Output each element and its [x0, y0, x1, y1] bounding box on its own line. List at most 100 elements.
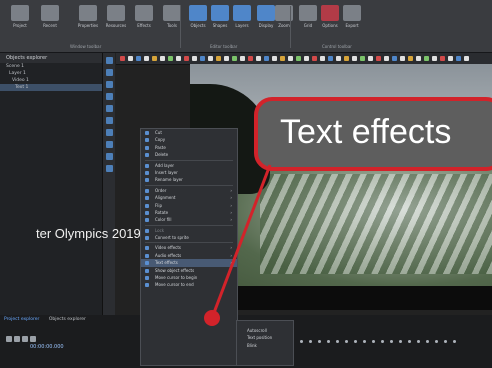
canvas-tool-icon[interactable] — [336, 56, 341, 61]
canvas-tool-icon[interactable] — [432, 56, 437, 61]
canvas-tool-icon[interactable] — [296, 56, 301, 61]
canvas-tool-icon[interactable] — [152, 56, 157, 61]
menu-item-move-cursor-to-end[interactable]: Move cursor to end — [141, 281, 237, 288]
canvas-tool-icon[interactable] — [272, 56, 277, 61]
canvas-tool-icon[interactable] — [208, 56, 213, 61]
canvas-tool-icon[interactable] — [352, 56, 357, 61]
menu-item-audio-effects[interactable]: Audio effects › — [141, 252, 237, 259]
ribbon-effects-button[interactable]: Effects — [132, 5, 156, 45]
canvas-tool-icon[interactable] — [128, 56, 133, 61]
menu-item-video-effects[interactable]: Video effects › — [141, 244, 237, 251]
canvas-tool-icon[interactable] — [312, 56, 317, 61]
rewind-icon[interactable] — [22, 336, 28, 342]
tree-item[interactable]: Video 1 — [0, 77, 102, 84]
canvas-tool-icon[interactable] — [368, 56, 373, 61]
canvas-tool-icon[interactable] — [264, 56, 269, 61]
canvas-tool-icon[interactable] — [384, 56, 389, 61]
submenu-item-autoscroll[interactable]: Autoscroll — [237, 327, 293, 334]
canvas-tool-icon[interactable] — [256, 56, 261, 61]
menu-item-cut[interactable]: Cut — [141, 129, 237, 136]
canvas-tool-icon[interactable] — [360, 56, 365, 61]
canvas-tool-icon[interactable] — [344, 56, 349, 61]
menu-item-color-fill[interactable]: Color fill › — [141, 216, 237, 223]
menu-item-lock[interactable]: Lock — [141, 227, 237, 234]
canvas-tool-icon[interactable] — [160, 56, 165, 61]
canvas-tool-icon[interactable] — [168, 56, 173, 61]
canvas-tool-icon[interactable] — [304, 56, 309, 61]
ribbon-shapes-button[interactable]: Shapes — [208, 5, 232, 45]
tree-item[interactable]: Layer 1 — [0, 70, 102, 77]
menu-item-alignment[interactable]: Alignment › — [141, 194, 237, 201]
canvas-tool-icon[interactable] — [400, 56, 405, 61]
canvas-tool-icon[interactable] — [232, 56, 237, 61]
canvas-tool-icon[interactable] — [376, 56, 381, 61]
ribbon-resources-button[interactable]: Resources — [104, 5, 128, 45]
video-tool-icon[interactable] — [105, 105, 113, 112]
canvas-tool-icon[interactable] — [248, 56, 253, 61]
ribbon-zoom-button[interactable]: Zoom — [272, 5, 296, 45]
ribbon-objects-button[interactable]: Objects — [186, 5, 210, 45]
menu-item-order[interactable]: Order › — [141, 187, 237, 194]
ribbon-grid-button[interactable]: Grid — [296, 5, 320, 45]
tree-item[interactable]: Text 1 — [0, 84, 102, 91]
menu-item-paste[interactable]: Paste — [141, 144, 237, 151]
timeline-track[interactable] — [300, 328, 488, 343]
menu-item-rotate[interactable]: Rotate › — [141, 209, 237, 216]
ribbon-export-button[interactable]: Export — [340, 5, 364, 45]
canvas-tool-icon[interactable] — [328, 56, 333, 61]
canvas-tool-icon[interactable] — [280, 56, 285, 61]
tab-objects-explorer[interactable]: Objects explorer — [49, 317, 86, 322]
canvas-tool-icon[interactable] — [224, 56, 229, 61]
canvas-tool-icon[interactable] — [440, 56, 445, 61]
ribbon-recent-button[interactable]: Recent — [38, 5, 62, 45]
canvas-tool-icon[interactable] — [448, 56, 453, 61]
audio-tool-icon[interactable] — [105, 117, 113, 124]
sprite-tool-icon[interactable] — [105, 165, 113, 172]
chart-tool-icon[interactable] — [105, 129, 113, 136]
canvas-tool-icon[interactable] — [416, 56, 421, 61]
canvas-tool-icon[interactable] — [408, 56, 413, 61]
ribbon-layers-button[interactable]: Layers — [230, 5, 254, 45]
menu-item-delete[interactable]: Delete — [141, 151, 237, 158]
menu-item-convert-to-sprite[interactable]: Convert to sprite — [141, 234, 237, 241]
pointer-tool-icon[interactable] — [105, 57, 113, 64]
canvas-tool-icon[interactable] — [288, 56, 293, 61]
ribbon-project-button[interactable]: Project — [8, 5, 32, 45]
submenu-item-text-position[interactable]: Text position — [237, 334, 293, 341]
animation-tool-icon[interactable] — [105, 153, 113, 160]
canvas-tool-icon[interactable] — [176, 56, 181, 61]
tab-project-explorer[interactable]: Project explorer — [4, 317, 39, 322]
menu-item-insert-layer[interactable]: Insert layer — [141, 169, 237, 176]
shape-tool-icon[interactable] — [105, 81, 113, 88]
canvas-tool-icon[interactable] — [120, 56, 125, 61]
stop-icon[interactable] — [14, 336, 20, 342]
canvas-tool-icon[interactable] — [456, 56, 461, 61]
ribbon-properties-button[interactable]: Properties — [76, 5, 100, 45]
forward-icon[interactable] — [30, 336, 36, 342]
canvas-tool-icon[interactable] — [136, 56, 141, 61]
canvas-tool-icon[interactable] — [392, 56, 397, 61]
canvas-tool-icon[interactable] — [424, 56, 429, 61]
menu-item-copy[interactable]: Copy — [141, 136, 237, 143]
menu-item-add-layer[interactable]: Add layer — [141, 162, 237, 169]
image-tool-icon[interactable] — [105, 93, 113, 100]
menu-item-flip[interactable]: Flip › — [141, 202, 237, 209]
menu-item-move-cursor-to-begin[interactable]: Move cursor to begin — [141, 274, 237, 281]
submenu-item-blink[interactable]: Blink — [237, 342, 293, 349]
menu-item-rename-layer[interactable]: Rename layer — [141, 176, 237, 183]
canvas-tool-icon[interactable] — [240, 56, 245, 61]
menu-item-show-object-effects[interactable]: Show object effects — [141, 267, 237, 274]
menu-item-text-effects[interactable]: Text effects › — [141, 259, 237, 267]
text-tool-icon[interactable] — [105, 69, 113, 76]
canvas-tool-icon[interactable] — [184, 56, 189, 61]
canvas-tool-icon[interactable] — [320, 56, 325, 61]
canvas-tool-icon[interactable] — [464, 56, 469, 61]
ribbon-options-button[interactable]: Options — [318, 5, 342, 45]
tree-item[interactable]: Scene 1 — [0, 63, 102, 70]
canvas-tool-icon[interactable] — [192, 56, 197, 61]
canvas-tool-icon[interactable] — [144, 56, 149, 61]
play-icon[interactable] — [6, 336, 12, 342]
canvas-tool-icon[interactable] — [216, 56, 221, 61]
canvas-tool-icon[interactable] — [200, 56, 205, 61]
subtitle-tool-icon[interactable] — [105, 141, 113, 148]
